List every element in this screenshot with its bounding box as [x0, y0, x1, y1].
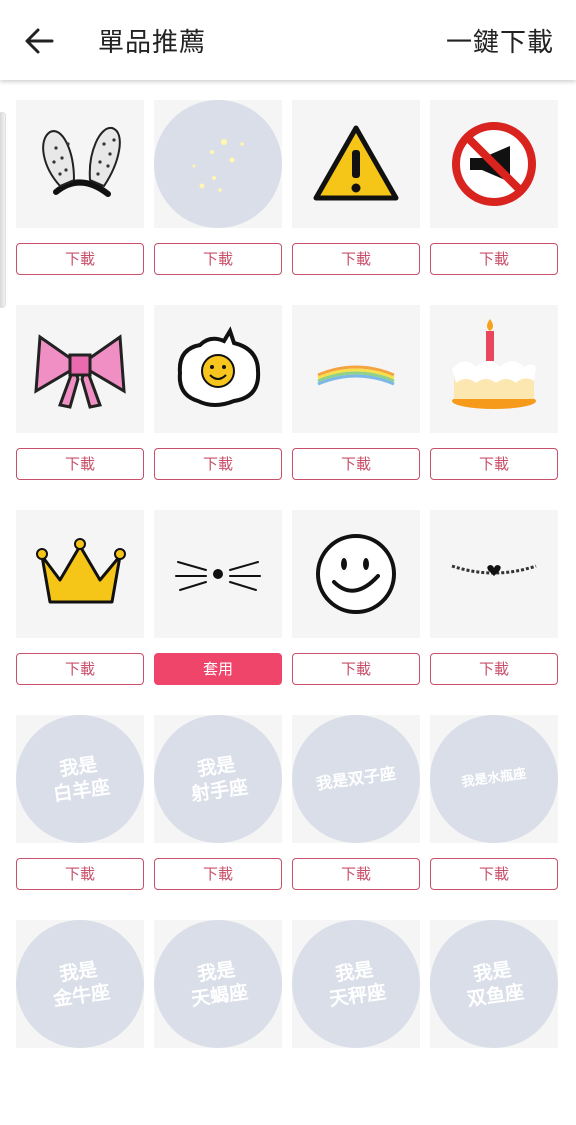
- sticker-item: 我是 白羊座 下載: [16, 715, 144, 920]
- sticker-item: 套用: [154, 510, 282, 715]
- download-button[interactable]: 下載: [16, 653, 144, 685]
- pisces-label: 我是 双鱼座: [465, 958, 526, 1011]
- download-button[interactable]: 下載: [154, 858, 282, 890]
- sticker-thumbnail[interactable]: [154, 510, 282, 638]
- smiley-face-icon: [316, 534, 396, 614]
- crown-icon: [36, 538, 126, 604]
- download-button[interactable]: 下載: [430, 653, 558, 685]
- sticker-thumbnail[interactable]: [16, 510, 144, 638]
- back-arrow-icon[interactable]: [22, 24, 56, 58]
- bunny-ears-headband-icon: [42, 126, 121, 197]
- download-button[interactable]: 下載: [430, 243, 558, 275]
- sticker-item: 下載: [16, 510, 144, 715]
- sticker-item: 我是 射手座 下載: [154, 715, 282, 920]
- sticker-item: 下載: [292, 100, 420, 305]
- sticker-thumbnail[interactable]: [430, 510, 558, 638]
- download-button[interactable]: 下載: [292, 858, 420, 890]
- download-button[interactable]: 下載: [16, 448, 144, 480]
- sagittarius-label: 我是 射手座: [189, 753, 250, 806]
- taurus-label: 我是 金牛座: [51, 958, 112, 1011]
- apply-button[interactable]: 套用: [154, 653, 282, 685]
- sticker-thumbnail[interactable]: [292, 305, 420, 433]
- sticker-thumbnail[interactable]: [16, 100, 144, 228]
- sticker-thumbnail[interactable]: [16, 305, 144, 433]
- aries-label: 我是 白羊座: [51, 753, 112, 806]
- sticker-item: 下載: [292, 510, 420, 715]
- libra-label: 我是 天秤座: [327, 958, 388, 1011]
- sticker-thumbnail[interactable]: [430, 100, 558, 228]
- download-button[interactable]: 下載: [430, 858, 558, 890]
- download-button[interactable]: 下載: [16, 243, 144, 275]
- no-horn-sign-icon: [452, 122, 536, 206]
- rainbow-icon: [317, 365, 395, 386]
- sticker-thumbnail[interactable]: 我是 天秤座: [292, 920, 420, 1048]
- sticker-item: 下載: [430, 305, 558, 510]
- sticker-thumbnail[interactable]: [154, 305, 282, 433]
- download-button[interactable]: 下載: [154, 448, 282, 480]
- gemini-label: 我是双子座: [314, 763, 397, 794]
- sticker-item: 下載: [16, 305, 144, 510]
- sticker-item: 我是水瓶座 下載: [430, 715, 558, 920]
- sticker-thumbnail[interactable]: 我是 天蝎座: [154, 920, 282, 1048]
- download-button[interactable]: 下載: [154, 243, 282, 275]
- sticker-thumbnail[interactable]: [154, 100, 282, 228]
- sticker-thumbnail[interactable]: [292, 510, 420, 638]
- sticker-thumbnail[interactable]: 我是 双鱼座: [430, 920, 558, 1048]
- sparkle-circle-icon: [154, 100, 282, 228]
- sticker-item: 下載: [430, 510, 558, 715]
- birthday-cake-icon: [452, 319, 536, 409]
- sticker-item: 我是 天蝎座: [154, 920, 282, 1125]
- heart-necklace-icon: [451, 564, 537, 576]
- sticker-thumbnail[interactable]: 我是 白羊座: [16, 715, 144, 843]
- sticker-thumbnail[interactable]: [430, 305, 558, 433]
- sticker-thumbnail[interactable]: 我是双子座: [292, 715, 420, 843]
- download-all-button[interactable]: 一鍵下載: [446, 22, 554, 59]
- sticker-item: 下載: [154, 100, 282, 305]
- pink-bow-icon: [34, 334, 126, 409]
- warning-sign-icon: [313, 125, 399, 201]
- download-button[interactable]: 下載: [16, 858, 144, 890]
- sticker-item: 我是 双鱼座: [430, 920, 558, 1125]
- sticker-item: 下載: [430, 100, 558, 305]
- sticker-item: 下載: [292, 305, 420, 510]
- sticker-thumbnail[interactable]: 我是水瓶座: [430, 715, 558, 843]
- sticker-item: 我是 金牛座: [16, 920, 144, 1125]
- scorpio-label: 我是 天蝎座: [189, 958, 250, 1011]
- sticker-thumbnail[interactable]: [292, 100, 420, 228]
- app-header: 單品推薦 一鍵下載: [0, 0, 576, 80]
- sticker-thumbnail[interactable]: 我是 金牛座: [16, 920, 144, 1048]
- sticker-item: 下載: [16, 100, 144, 305]
- sticker-item: 下載: [154, 305, 282, 510]
- fried-egg-smiley-icon: [177, 326, 261, 407]
- download-button[interactable]: 下載: [292, 653, 420, 685]
- sticker-item: 我是 天秤座: [292, 920, 420, 1125]
- download-button[interactable]: 下載: [292, 448, 420, 480]
- download-button[interactable]: 下載: [292, 243, 420, 275]
- page-title: 單品推薦: [98, 28, 207, 58]
- scroll-edge-handle: [0, 112, 6, 308]
- cat-whiskers-icon: [175, 561, 261, 591]
- sticker-item: 我是双子座 下載: [292, 715, 420, 920]
- sticker-thumbnail[interactable]: 我是 射手座: [154, 715, 282, 843]
- sticker-grid: 下載 下載 下載 下載 下載 下載 下載 下載 下載 套用 下載 下載 我是 白…: [16, 100, 558, 1125]
- aquarius-label: 我是水瓶座: [460, 766, 528, 791]
- download-button[interactable]: 下載: [430, 448, 558, 480]
